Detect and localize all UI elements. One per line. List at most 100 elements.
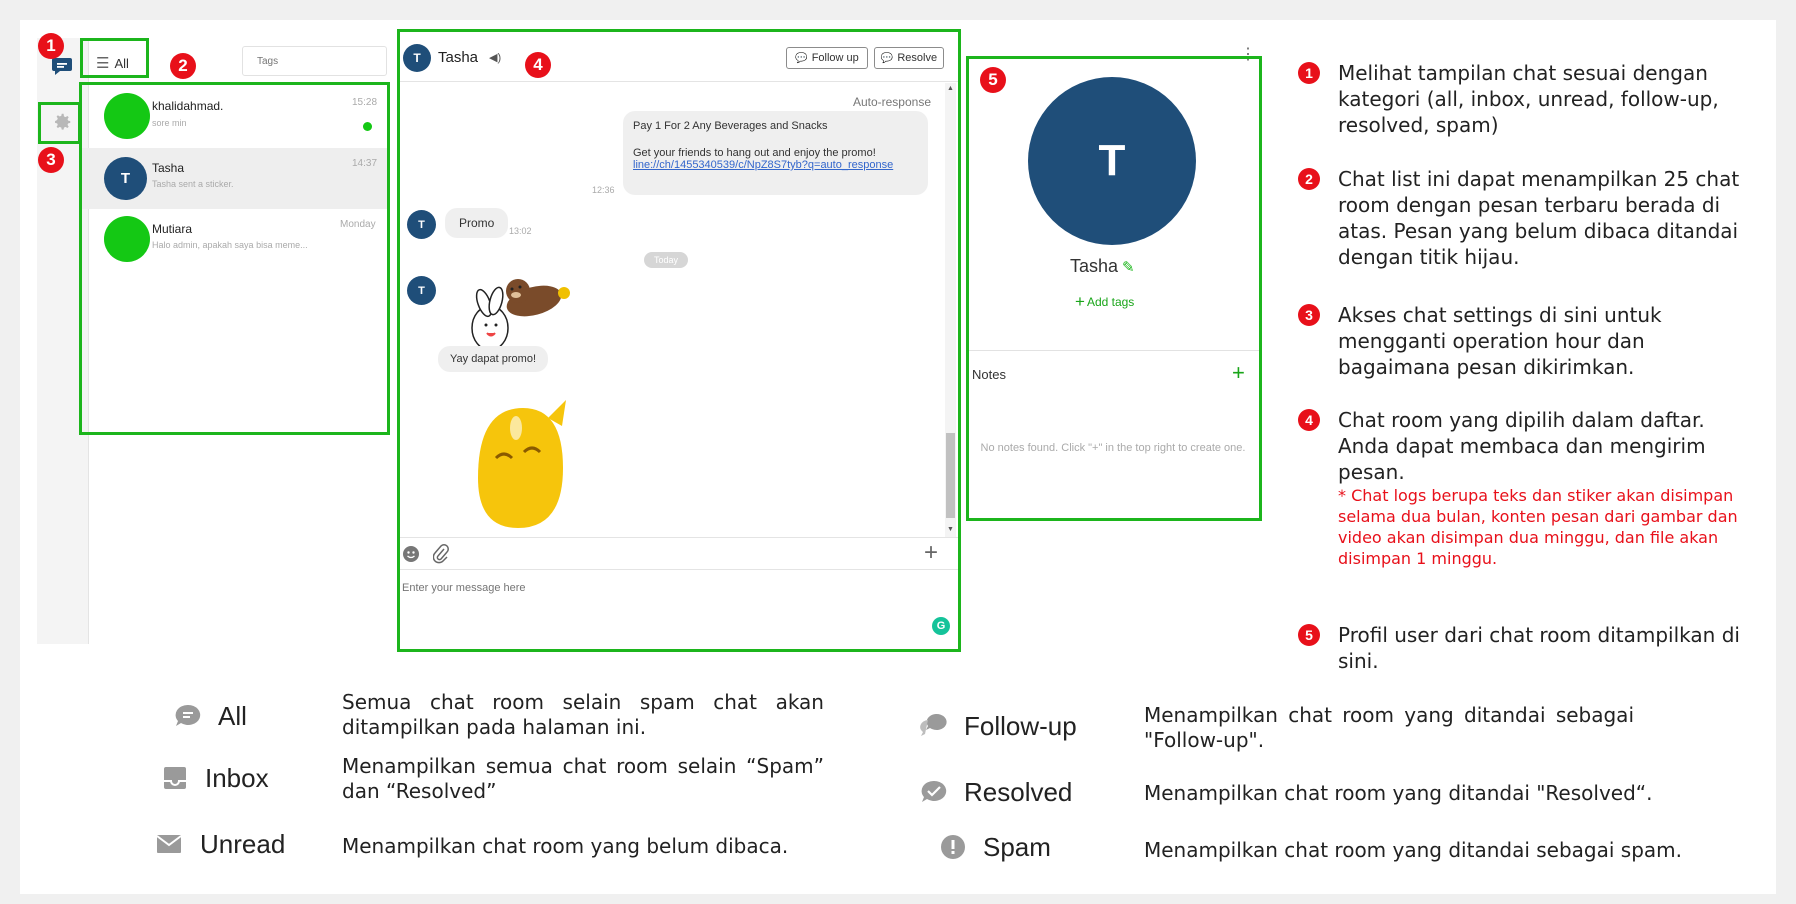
- badge-5: 5: [980, 67, 1006, 93]
- add-tags-label: Add tags: [1086, 295, 1135, 309]
- annotation-badge: 2: [1298, 168, 1320, 190]
- annotation-4: 4 Chat room yang dipilih dalam daftar. A…: [1298, 407, 1740, 569]
- promo-link[interactable]: line://ch/1455340539/c/NpZ8S7tyb?q=auto_…: [633, 159, 918, 171]
- chat-bubble-icon: [174, 703, 202, 729]
- header-avatar: T: [403, 44, 431, 72]
- follow-up-label: Follow up: [811, 52, 859, 64]
- contact-name: Tasha: [152, 161, 185, 175]
- chat-list-item-selected[interactable]: T Tasha Tasha sent a sticker. 14:37: [82, 148, 387, 209]
- message-area[interactable]: Auto-response Pay 1 For 2 Any Beverages …: [400, 83, 945, 537]
- annotation-text: Chat list ini dapat menampilkan 25 chat …: [1338, 167, 1740, 269]
- profile-name: Tasha ✎: [1070, 256, 1170, 277]
- scroll-up-arrow[interactable]: ▲: [947, 85, 954, 92]
- legend-label-follow-up: Follow-up: [964, 711, 1077, 741]
- legend-label-inbox: Inbox: [205, 763, 269, 793]
- legend-label-resolved: Resolved: [964, 777, 1073, 807]
- annotation-text: Chat room yang dipilih dalam daftar. And…: [1338, 408, 1706, 484]
- date-chip: Today: [644, 252, 689, 268]
- annotation-5: 5 Profil user dari chat room ditampilkan…: [1298, 622, 1740, 674]
- resolve-button[interactable]: 💬 Resolve: [874, 47, 944, 69]
- tags-input[interactable]: [242, 46, 387, 76]
- notes-empty-text: No notes found. Click "+" in the top rig…: [980, 442, 1246, 454]
- message-scrollbar[interactable]: ▲ ▼: [945, 83, 956, 537]
- follow-up-button[interactable]: 💬 Follow up: [786, 47, 868, 69]
- filter-highlight: [80, 38, 149, 78]
- badge-1: 1: [38, 33, 64, 59]
- follow-up-icon: 💬: [795, 52, 808, 64]
- badge-2: 2: [170, 53, 196, 79]
- contact-name: khalidahmad.: [152, 99, 224, 113]
- message-preview: sore min: [152, 118, 187, 128]
- contact-avatar: [104, 216, 150, 262]
- header-contact-name: Tasha: [438, 49, 479, 66]
- message-input[interactable]: [400, 572, 956, 648]
- reply-message: Yay dapat promo!: [438, 346, 549, 372]
- profile-name-text: Tasha: [1070, 256, 1119, 276]
- annotation-badge: 4: [1298, 409, 1320, 431]
- message-time: Monday: [340, 219, 376, 230]
- edit-pencil-icon[interactable]: ✎: [1122, 258, 1135, 276]
- promo-time: 12:36: [592, 185, 615, 195]
- unread-dot: [363, 122, 372, 131]
- resolve-label: Resolve: [897, 52, 938, 64]
- annotation-2: 2 Chat list ini dapat menampilkan 25 cha…: [1298, 166, 1740, 270]
- annotation-text: Melihat tampilan chat sesuai dengan kate…: [1338, 61, 1719, 137]
- badge-4: 4: [525, 52, 551, 78]
- profile-avatar: T: [1028, 77, 1196, 245]
- legend-desc-spam: Menampilkan chat room yang ditandai seba…: [1144, 838, 1682, 862]
- message-preview: Halo admin, apakah saya bisa meme...: [152, 240, 308, 250]
- legend-label-spam: Spam: [983, 832, 1051, 862]
- legend-desc-inbox: Menampilkan semua chat room selain “Spam…: [342, 754, 824, 803]
- follow-up-icon: [920, 712, 948, 738]
- promo-title: Pay 1 For 2 Any Beverages and Snacks: [633, 120, 828, 132]
- chat-menu-icon[interactable]: [51, 56, 73, 76]
- add-tags-link[interactable]: + Add tags: [1075, 292, 1134, 312]
- envelope-icon: [156, 834, 182, 854]
- spam-icon: [940, 834, 966, 860]
- chat-room-header: T Tasha ◀) 💬 Follow up 💬 Resolve: [400, 32, 958, 82]
- annotation-1: 1 Melihat tampilan chat sesuai dengan ka…: [1298, 60, 1740, 138]
- sender-avatar: T: [407, 210, 436, 239]
- resolve-icon: 💬: [880, 52, 894, 64]
- chat-list-item[interactable]: khalidahmad. sore min 15:28: [82, 85, 387, 148]
- promo-bubble: Pay 1 For 2 Any Beverages and Snacks Get…: [623, 111, 928, 195]
- legend-desc-all: Semua chat room selain spam chat akan di…: [342, 690, 824, 739]
- emoji-icon[interactable]: [403, 546, 419, 562]
- sender-avatar: T: [407, 276, 436, 305]
- scroll-down-arrow[interactable]: ▼: [947, 526, 954, 533]
- contact-avatar: T: [104, 157, 147, 200]
- legend-label-all: All: [218, 701, 247, 731]
- message-preview: Tasha sent a sticker.: [152, 179, 234, 189]
- legend-desc-follow-up: Menampilkan chat room yang ditandai seba…: [1144, 703, 1634, 752]
- speaker-icon[interactable]: ◀): [489, 51, 501, 64]
- add-plus-icon[interactable]: +: [924, 540, 938, 566]
- attachment-icon[interactable]: [432, 544, 449, 564]
- add-note-icon[interactable]: +: [1232, 360, 1245, 386]
- auto-response-label: Auto-response: [852, 95, 931, 109]
- legend-desc-resolved: Menampilkan chat room yang ditandai "Res…: [1144, 781, 1653, 805]
- sticker-chick: [458, 388, 573, 537]
- add-tags-plus-icon: +: [1075, 292, 1085, 311]
- inbox-icon: [162, 765, 188, 791]
- legend-label-unread: Unread: [200, 829, 286, 859]
- settings-highlight: [38, 102, 81, 144]
- annotation-text: Profil user dari chat room ditampilkan d…: [1338, 623, 1740, 673]
- annotation-text: Akses chat settings di sini untuk mengga…: [1338, 303, 1662, 379]
- legend-desc-unread: Menampilkan chat room yang belum dibaca.: [342, 834, 789, 858]
- resolved-icon: [920, 779, 948, 805]
- contact-name: Mutiara: [152, 222, 193, 236]
- chat-list-item[interactable]: Mutiara Halo admin, apakah saya bisa mem…: [82, 209, 387, 269]
- annotation-note: * Chat logs berupa teks dan stiker akan …: [1338, 486, 1738, 568]
- user-message: Promo: [445, 208, 509, 238]
- profile-divider: [969, 350, 1259, 351]
- annotation-3: 3 Akses chat settings di sini untuk meng…: [1298, 302, 1740, 380]
- contact-avatar: [104, 93, 150, 139]
- annotation-badge: 5: [1298, 624, 1320, 646]
- scroll-thumb[interactable]: [946, 433, 955, 518]
- message-time: 15:28: [352, 97, 378, 108]
- grammarly-icon[interactable]: G: [932, 617, 950, 635]
- notes-title: Notes: [972, 367, 1006, 382]
- composer-toolbar: +: [400, 537, 958, 570]
- user-message-time: 13:02: [509, 226, 532, 236]
- annotation-badge: 1: [1298, 62, 1320, 84]
